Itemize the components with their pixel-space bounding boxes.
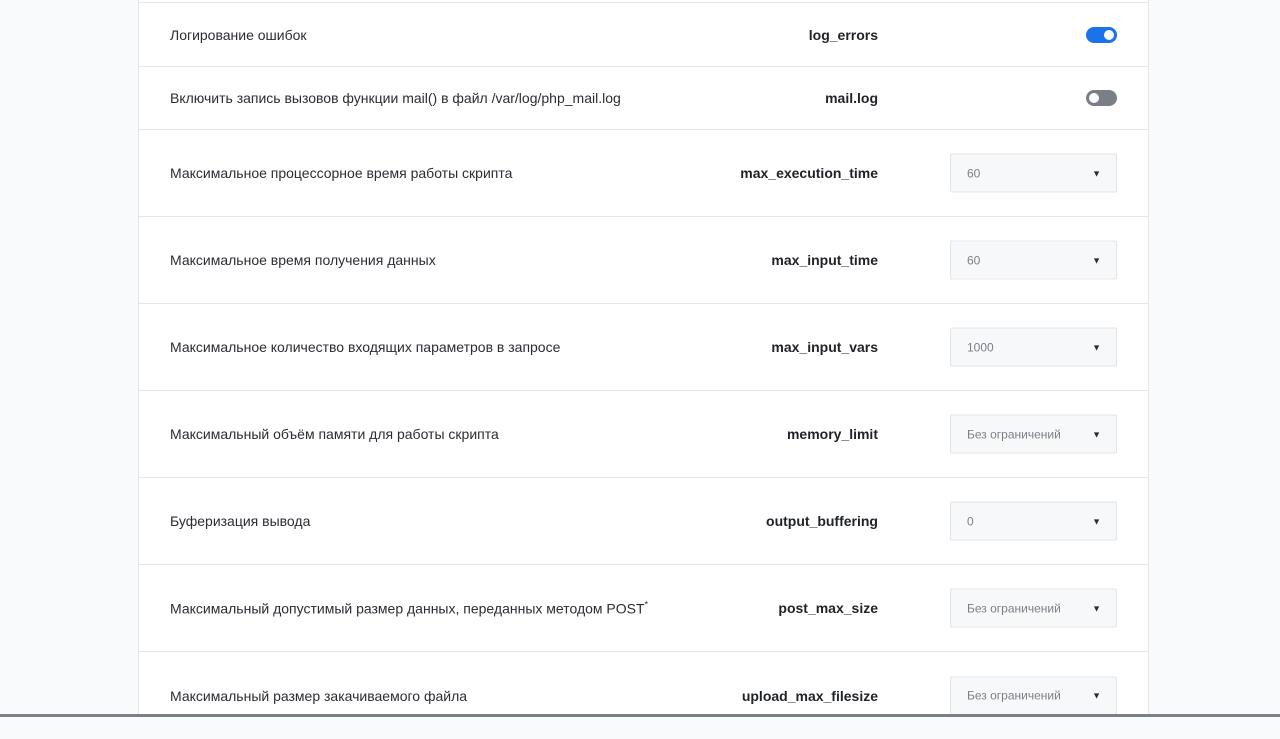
caret-down-icon: ▼ (1092, 342, 1101, 352)
setting-label: Логирование ошибок (170, 26, 307, 43)
max-execution-time-select[interactable]: 60 ▼ (950, 153, 1117, 193)
log-errors-toggle[interactable] (1086, 26, 1117, 43)
setting-label: Максимальное процессорное время работы с… (170, 165, 513, 181)
setting-key: max_input_time (771, 252, 878, 268)
footnote-marker: * (644, 599, 649, 610)
max-input-time-select[interactable]: 60 ▼ (950, 240, 1117, 280)
setting-row-post-max-size: Максимальный допустимый размер данных, п… (139, 565, 1148, 652)
select-value: 0 (967, 514, 974, 528)
setting-row-upload-max-filesize: Максимальный размер закачиваемого файла … (139, 652, 1148, 739)
select-value: 1000 (967, 340, 994, 354)
setting-key: log_errors (808, 26, 878, 43)
post-max-size-select[interactable]: Без ограничений ▼ (950, 588, 1117, 628)
setting-label-text: Максимальный допустимый размер данных, п… (170, 600, 645, 617)
setting-row-memory-limit: Максимальный объём памяти для работы скр… (139, 391, 1148, 478)
setting-label: Включить запись вызовов функции mail() в… (170, 90, 621, 106)
select-value: Без ограничений (967, 688, 1061, 703)
php-settings-panel: Логирование ошибок log_errors Включить з… (138, 0, 1149, 717)
caret-down-icon: ▼ (1092, 516, 1101, 526)
setting-key: upload_max_filesize (741, 687, 878, 704)
setting-key: output_buffering (766, 513, 878, 529)
output-buffering-select[interactable]: 0 ▼ (950, 501, 1117, 541)
setting-row-log-errors: Логирование ошибок log_errors (139, 2, 1148, 67)
upload-max-filesize-select[interactable]: Без ограничений ▼ (950, 676, 1117, 715)
caret-down-icon: ▼ (1092, 168, 1101, 178)
setting-key: max_execution_time (740, 165, 878, 181)
setting-label: Максимальное время получения данных (170, 252, 436, 268)
setting-key: post_max_size (778, 600, 878, 616)
caret-down-icon: ▼ (1092, 690, 1101, 701)
select-value: 60 (967, 253, 981, 267)
max-input-vars-select[interactable]: 1000 ▼ (950, 327, 1117, 367)
setting-label: Максимальный размер закачиваемого файла (170, 687, 468, 704)
setting-row-mail-log: Включить запись вызовов функции mail() в… (139, 67, 1148, 130)
setting-key: memory_limit (786, 426, 878, 442)
select-value: 60 (967, 166, 981, 180)
toggle-knob (1089, 93, 1099, 103)
caret-down-icon: ▼ (1092, 429, 1101, 439)
setting-key: mail.log (825, 90, 878, 106)
memory-limit-select[interactable]: Без ограничений ▼ (950, 414, 1117, 454)
mail-log-toggle[interactable] (1086, 90, 1117, 106)
toggle-knob (1104, 29, 1114, 40)
setting-row-max-execution-time: Максимальное процессорное время работы с… (139, 130, 1148, 217)
setting-row-output-buffering: Буферизация вывода output_buffering 0 ▼ (139, 478, 1148, 565)
select-value: Без ограничений (967, 601, 1061, 615)
caret-down-icon: ▼ (1092, 603, 1101, 613)
setting-label: Максимальное количество входящих парамет… (170, 339, 561, 355)
setting-key: max_input_vars (771, 339, 878, 355)
caret-down-icon: ▼ (1092, 255, 1101, 265)
setting-label: Максимальный допустимый размер данных, п… (170, 600, 648, 617)
setting-row-max-input-vars: Максимальное количество входящих парамет… (139, 304, 1148, 391)
setting-label: Буферизация вывода (170, 513, 311, 529)
setting-label: Максимальный объём памяти для работы скр… (170, 426, 499, 442)
setting-row-max-input-time: Максимальное время получения данных max_… (139, 217, 1148, 304)
select-value: Без ограничений (967, 427, 1061, 441)
